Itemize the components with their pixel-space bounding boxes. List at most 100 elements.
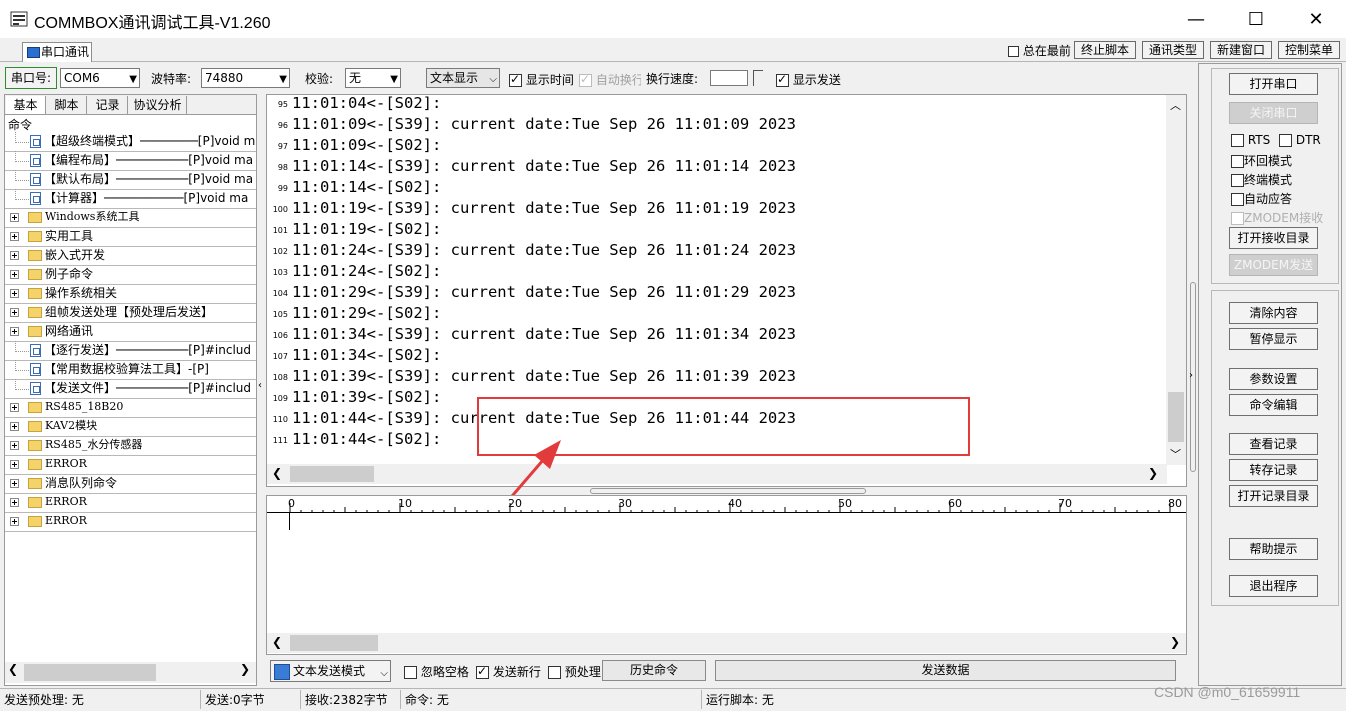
- vertical-splitter[interactable]: [590, 488, 866, 494]
- tree-item[interactable]: ERROR: [5, 493, 256, 513]
- expand-plus-icon[interactable]: [10, 517, 19, 526]
- zmodem-recv-checkbox[interactable]: [1231, 212, 1244, 225]
- rts-checkbox[interactable]: [1231, 134, 1244, 147]
- loopback-toggle[interactable]: 环回模式: [1231, 152, 1292, 169]
- tab-serial-comm[interactable]: 串口通讯: [22, 42, 92, 62]
- expand-plus-icon[interactable]: [10, 441, 19, 450]
- auto-wrap-toggle[interactable]: 自动换行: [579, 71, 641, 88]
- tree-item[interactable]: 消息队列命令: [5, 474, 256, 494]
- minimize-button[interactable]: —: [1166, 0, 1226, 38]
- params-button[interactable]: 参数设置: [1229, 368, 1318, 390]
- expand-plus-icon[interactable]: [10, 403, 19, 412]
- wrap-speed-input[interactable]: [710, 70, 748, 86]
- save-log-button[interactable]: 转存记录: [1229, 459, 1318, 481]
- splitter-collapse-left-icon[interactable]: ‹: [258, 380, 265, 400]
- tree-item[interactable]: 【计算器】───────────[P]void ma: [5, 189, 256, 209]
- ignore-space-checkbox[interactable]: [404, 666, 417, 679]
- auto-reply-toggle[interactable]: 自动应答: [1231, 190, 1292, 207]
- new-window-button[interactable]: 新建窗口: [1210, 41, 1272, 59]
- port-select[interactable]: COM6 ▼: [60, 68, 140, 88]
- hscroll-right-icon[interactable]: ❯: [1148, 466, 1158, 480]
- baud-select[interactable]: 74880 ▼: [201, 68, 290, 88]
- left-tab-script[interactable]: 脚本: [47, 96, 87, 114]
- preprocess-toggle[interactable]: 预处理: [548, 663, 601, 680]
- auto-wrap-checkbox[interactable]: [579, 72, 592, 87]
- exit-button[interactable]: 退出程序: [1229, 575, 1318, 597]
- expand-plus-icon[interactable]: [10, 479, 19, 488]
- tree-item[interactable]: ERROR: [5, 512, 256, 532]
- comm-type-button[interactable]: 通讯类型: [1142, 41, 1204, 59]
- tree-scroll-right-icon[interactable]: ❯: [240, 662, 250, 676]
- loopback-checkbox[interactable]: [1231, 155, 1244, 168]
- tree-item[interactable]: 【发送文件】──────────[P]#includ: [5, 379, 256, 399]
- tree-item[interactable]: 【逐行发送】──────────[P]#includ: [5, 341, 256, 361]
- parity-select[interactable]: 无 ▼: [345, 68, 401, 88]
- wrap-speed-spinner[interactable]: [753, 70, 763, 86]
- tree-item[interactable]: 嵌入式开发: [5, 246, 256, 266]
- open-recv-dir-button[interactable]: 打开接收目录: [1229, 227, 1318, 249]
- tree-item[interactable]: 网络通讯: [5, 322, 256, 342]
- send-hscrollbar[interactable]: [267, 633, 1186, 653]
- tree-item[interactable]: 例子命令: [5, 265, 256, 285]
- pause-display-button[interactable]: 暂停显示: [1229, 328, 1318, 350]
- receive-vscroll-thumb[interactable]: [1168, 392, 1184, 442]
- open-log-dir-button[interactable]: 打开记录目录: [1229, 485, 1318, 507]
- receive-hscroll-thumb[interactable]: [290, 466, 374, 482]
- tree-item[interactable]: 【默认布局】──────────[P]void ma: [5, 170, 256, 190]
- scroll-up-icon[interactable]: ︿: [1170, 97, 1181, 113]
- expand-plus-icon[interactable]: [10, 422, 19, 431]
- send-data-button[interactable]: 发送数据: [715, 660, 1176, 681]
- tree-item[interactable]: ERROR: [5, 455, 256, 475]
- send-hscroll-thumb[interactable]: [290, 635, 378, 651]
- hscroll-left-icon[interactable]: ❮: [272, 466, 282, 480]
- splitter-expand-right-icon[interactable]: ›: [1189, 370, 1193, 381]
- expand-plus-icon[interactable]: [10, 251, 19, 260]
- show-send-toggle[interactable]: 显示发送: [776, 71, 841, 88]
- left-tab-log[interactable]: 记录: [88, 96, 128, 114]
- left-tab-basic[interactable]: 基本: [6, 96, 46, 114]
- tree-item[interactable]: KAV2模块: [5, 417, 256, 437]
- tree-item[interactable]: 操作系统相关: [5, 284, 256, 304]
- expand-plus-icon[interactable]: [10, 327, 19, 336]
- send-scroll-left-icon[interactable]: ❮: [272, 635, 282, 649]
- tree-item[interactable]: 【常用数据校验算法工具】-[P]: [5, 360, 256, 380]
- tree-hscroll-thumb[interactable]: [24, 664, 156, 681]
- help-button[interactable]: 帮助提示: [1229, 538, 1318, 560]
- clear-button[interactable]: 清除内容: [1229, 302, 1318, 324]
- history-button[interactable]: 历史命令: [602, 660, 706, 681]
- expand-plus-icon[interactable]: [10, 289, 19, 298]
- ignore-space-toggle[interactable]: 忽略空格: [404, 663, 469, 680]
- show-time-toggle[interactable]: 显示时间: [509, 71, 577, 88]
- maximize-button[interactable]: ☐: [1226, 0, 1286, 38]
- expand-plus-icon[interactable]: [10, 232, 19, 241]
- tree-item[interactable]: RS485_18B20: [5, 398, 256, 418]
- show-send-checkbox[interactable]: [776, 72, 789, 87]
- tree-item[interactable]: 【编程布局】──────────[P]void ma: [5, 151, 256, 171]
- control-menu-button[interactable]: 控制菜单: [1278, 41, 1340, 59]
- show-time-checkbox[interactable]: [509, 72, 522, 87]
- send-scroll-right-icon[interactable]: ❯: [1170, 635, 1180, 649]
- always-on-top-toggle[interactable]: 总在最前: [1008, 42, 1071, 59]
- zmodem-recv-toggle[interactable]: ZMODEM接收: [1231, 209, 1323, 226]
- close-button[interactable]: ✕: [1286, 0, 1346, 38]
- tree-item[interactable]: 组帧发送处理【预处理后发送】: [5, 303, 256, 323]
- tree-item[interactable]: 【超级终端模式】────────[P]void ma: [5, 132, 256, 152]
- terminal-toggle[interactable]: 终端模式: [1231, 171, 1292, 188]
- cmd-edit-button[interactable]: 命令编辑: [1229, 394, 1318, 416]
- dtr-toggle[interactable]: DTR: [1279, 133, 1321, 147]
- tree-item[interactable]: 实用工具: [5, 227, 256, 247]
- auto-reply-checkbox[interactable]: [1231, 193, 1244, 206]
- scroll-down-icon[interactable]: ﹀: [1170, 446, 1181, 462]
- close-port-button[interactable]: 关闭串口: [1229, 102, 1318, 124]
- send-newline-toggle[interactable]: 发送新行: [476, 663, 541, 680]
- dtr-checkbox[interactable]: [1279, 134, 1292, 147]
- always-on-top-checkbox[interactable]: [1008, 46, 1019, 57]
- tree-scroll-left-icon[interactable]: ❮: [8, 662, 18, 676]
- display-mode-select[interactable]: 文本显示 ⌵: [426, 68, 500, 88]
- left-tab-protocol[interactable]: 协议分析: [129, 96, 187, 114]
- zmodem-send-button[interactable]: ZMODEM发送: [1229, 254, 1318, 276]
- tree-item[interactable]: RS485_水分传感器: [5, 436, 256, 456]
- tree-item[interactable]: Windows系统工具: [5, 208, 256, 228]
- send-editor[interactable]: [266, 495, 1187, 655]
- view-log-button[interactable]: 查看记录: [1229, 433, 1318, 455]
